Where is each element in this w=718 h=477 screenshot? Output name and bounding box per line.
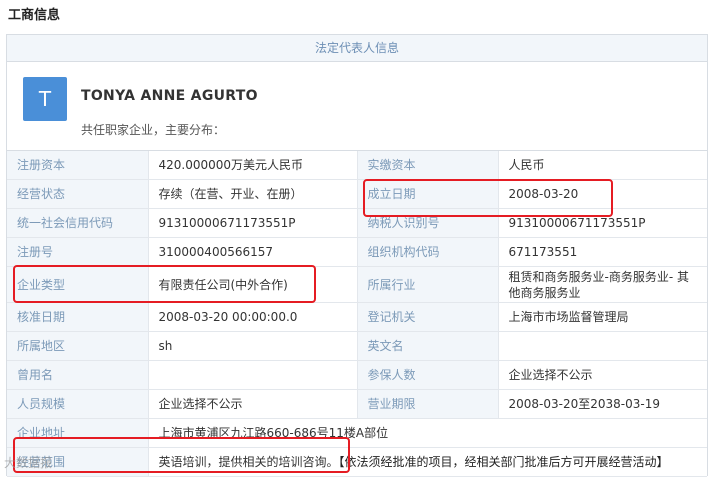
business-scope-value: 英语培训，提供相关的培训咨询。【依法须经批准的项目，经相关部门批准后方可开展经营… [147, 447, 707, 477]
address-label: 企业地址 [7, 418, 149, 448]
paid-capital-label: 实缴资本 [356, 151, 499, 180]
representative-subtitle: 共任职家企业，主要分布： [81, 123, 226, 137]
former-name-label: 曾用名 [7, 360, 149, 390]
industry-value: 租赁和商务服务业-商务服务业- 其他商务服务业 [497, 266, 707, 303]
table-row: 曾用名 参保人数 企业选择不公示 [7, 360, 707, 390]
paid-capital-value: 人民币 [497, 151, 707, 180]
panel-header: 法定代表人信息 [7, 35, 707, 62]
credit-code-value: 91310000671173551P [147, 208, 358, 238]
insured-count-value: 企业选择不公示 [497, 360, 707, 390]
representative-name[interactable]: TONYA ANNE AGURTO [81, 88, 258, 104]
legal-rep-panel: 法定代表人信息 T TONYA ANNE AGURTO 共任职家企业，主要分布：… [6, 34, 708, 477]
table-row: 注册号 310000400566157 组织机构代码 671173551 [7, 237, 707, 267]
address-value: 上海市黄浦区九江路660-686号11楼A部位 [147, 418, 707, 448]
registration-authority-value: 上海市市场监督管理局 [497, 302, 707, 332]
table-row: 注册资本 420.000000万美元人民币 实缴资本 人民币 [7, 151, 707, 180]
region-label: 所属地区 [7, 331, 149, 361]
region-value: sh [147, 331, 358, 361]
company-type-label: 企业类型 [7, 266, 149, 303]
section-title: 工商信息 [8, 8, 61, 23]
business-scope-note: 【依法须经批准的项目，经相关部门批准后方可开展经营活动】 [338, 455, 669, 469]
staff-size-label: 人员规模 [7, 389, 149, 419]
org-code-label: 组织机构代码 [356, 237, 499, 267]
table-row: 经营状态 存续（在营、开业、在册） 成立日期 2008-03-20 [7, 179, 707, 209]
business-scope-main: 英语培训，提供相关的培训咨询。 [158, 455, 339, 469]
founded-date-value: 2008-03-20 [497, 179, 707, 209]
avatar: T [23, 77, 67, 121]
registered-capital-label: 注册资本 [7, 151, 149, 180]
english-name-label: 英文名 [356, 331, 499, 361]
table-row: 所属地区 sh 英文名 [7, 331, 707, 361]
table-row: 统一社会信用代码 91310000671173551P 纳税人识别号 91310… [7, 208, 707, 238]
credit-code-label: 统一社会信用代码 [7, 208, 149, 238]
table-row: 企业类型 有限责任公司(中外合作) 所属行业 租赁和商务服务业-商务服务业- 其… [7, 266, 707, 303]
industry-label: 所属行业 [356, 266, 499, 303]
status-label: 经营状态 [7, 179, 149, 209]
watermark: 大数据报 [4, 456, 53, 470]
staff-size-value: 企业选择不公示 [147, 389, 358, 419]
registration-number-value: 310000400566157 [147, 237, 358, 267]
former-name-value [147, 360, 358, 390]
status-value: 存续（在营、开业、在册） [147, 179, 358, 209]
insured-count-label: 参保人数 [356, 360, 499, 390]
table-row: 核准日期 2008-03-20 00:00:00.0 登记机关 上海市市场监督管… [7, 302, 707, 332]
taxpayer-id-label: 纳税人识别号 [356, 208, 499, 238]
founded-date-label: 成立日期 [356, 179, 499, 209]
registration-number-label: 注册号 [7, 237, 149, 267]
business-term-label: 营业期限 [356, 389, 499, 419]
approval-date-value: 2008-03-20 00:00:00.0 [147, 302, 358, 332]
table-row: 企业地址 上海市黄浦区九江路660-686号11楼A部位 [7, 418, 707, 448]
business-info-table: 注册资本 420.000000万美元人民币 实缴资本 人民币 经营状态 存续（在… [7, 151, 707, 477]
table-row: 人员规模 企业选择不公示 营业期限 2008-03-20至2038-03-19 [7, 389, 707, 419]
taxpayer-id-value: 91310000671173551P [497, 208, 707, 238]
company-type-value: 有限责任公司(中外合作) [147, 266, 358, 303]
english-name-value [497, 331, 707, 361]
org-code-value: 671173551 [497, 237, 707, 267]
approval-date-label: 核准日期 [7, 302, 149, 332]
registered-capital-value: 420.000000万美元人民币 [147, 151, 358, 180]
representative-card: T TONYA ANNE AGURTO 共任职家企业，主要分布： [7, 62, 707, 151]
registration-authority-label: 登记机关 [356, 302, 499, 332]
table-row: 经营范围 英语培训，提供相关的培训咨询。【依法须经批准的项目，经相关部门批准后方… [7, 447, 707, 477]
business-term-value: 2008-03-20至2038-03-19 [497, 389, 707, 419]
